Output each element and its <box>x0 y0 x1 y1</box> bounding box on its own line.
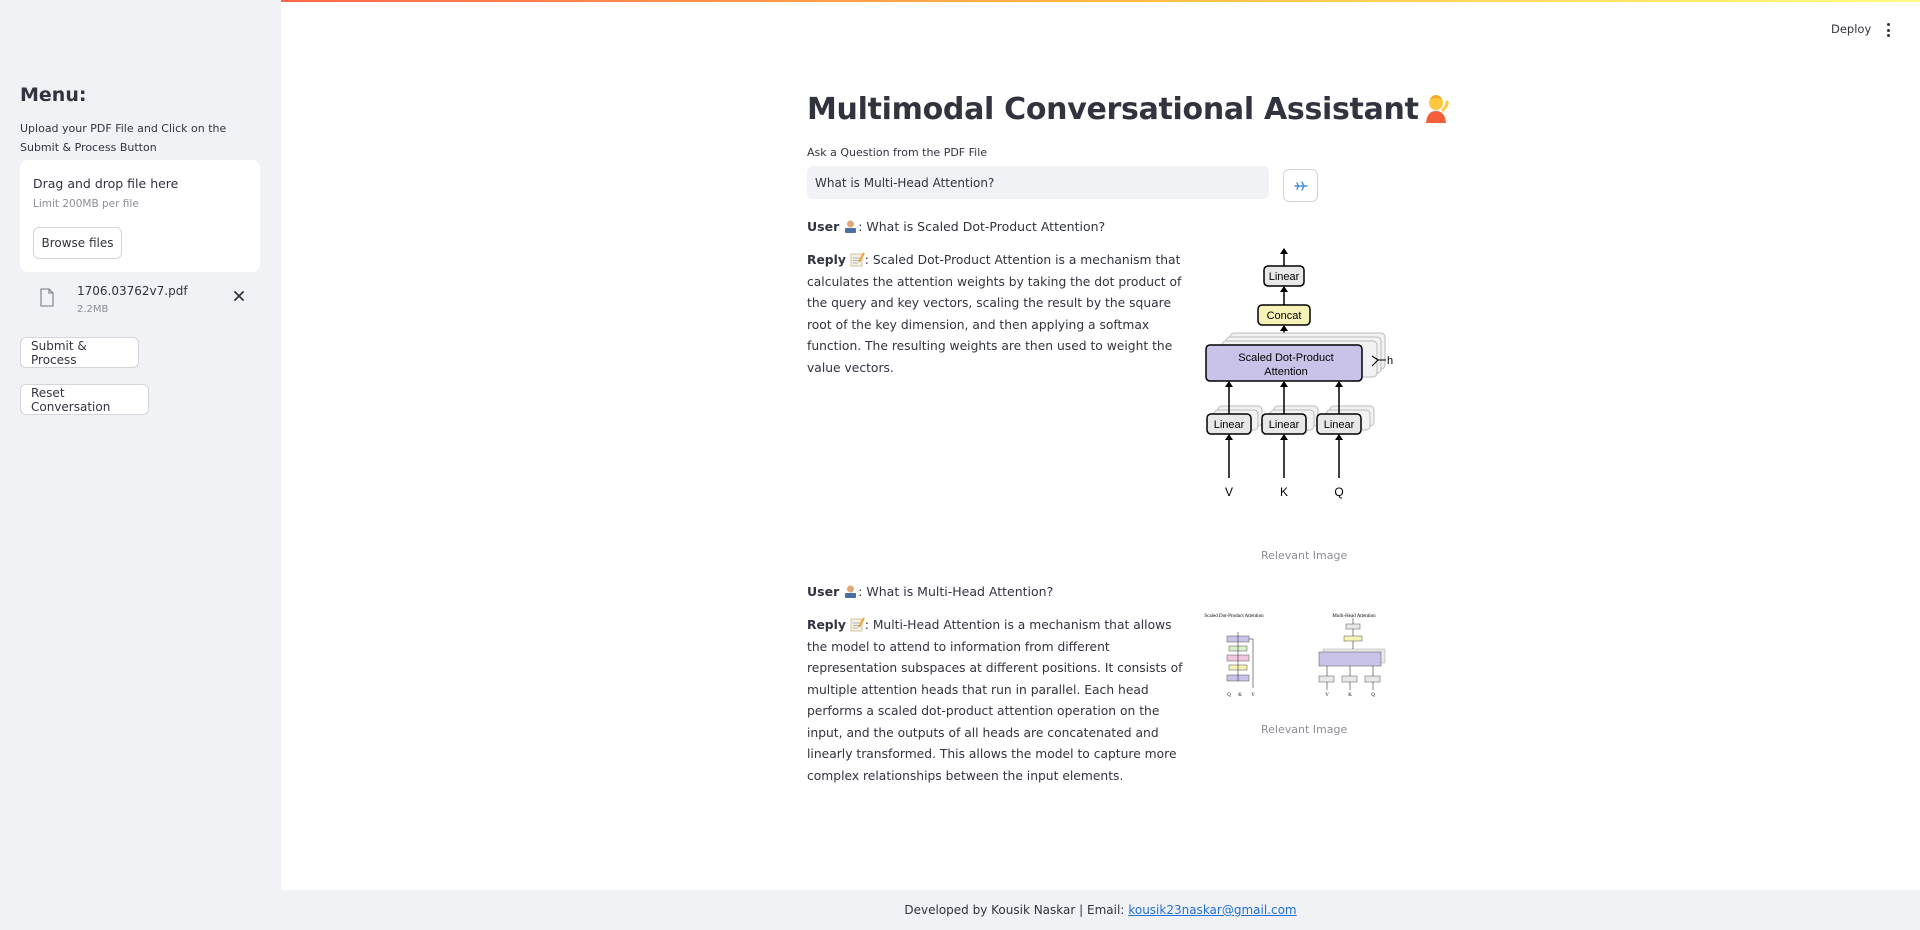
diagram-linear-q-label: Linear <box>1324 419 1355 431</box>
attention-comparison-diagram: Scaled Dot-Product Attention Multi-Head … <box>1204 614 1386 698</box>
question-label: Ask a Question from the PDF File <box>807 146 988 159</box>
reply-text: : Scaled Dot-Product Attention is a mech… <box>807 253 1182 375</box>
airplane-icon <box>1293 180 1308 191</box>
multi-head-attention-diagram: Linear Concat Scaled Dot-Product Attenti… <box>1205 248 1393 499</box>
page-title: Multimodal Conversational Assistant <box>807 92 1451 127</box>
diagram-left-v: V <box>1251 693 1255 698</box>
diagram-right-v: V <box>1325 693 1329 698</box>
diagram-left-title: Scaled Dot-Product Attention <box>1204 614 1264 619</box>
image-caption-1: Relevant Image <box>1261 549 1348 562</box>
browse-files-button[interactable]: Browse files <box>33 227 122 259</box>
memo-icon <box>850 252 865 267</box>
diagram-concat-label: Concat <box>1267 310 1302 322</box>
diagram-right-q: Q <box>1371 693 1375 698</box>
deploy-button[interactable]: Deploy <box>1831 22 1871 36</box>
uploaded-file-size: 2.2MB <box>77 304 109 315</box>
main-menu-icon[interactable] <box>1880 22 1896 38</box>
uploaded-file-item: 1706.03762v7.pdf 2.2MB <box>20 282 260 322</box>
footer-email-link[interactable]: kousik23naskar@gmail.com <box>1128 903 1296 917</box>
page-title-text: Multimodal Conversational Assistant <box>807 92 1419 127</box>
user-prefix: User <box>807 219 840 234</box>
diagram-q-label: Q <box>1334 485 1343 499</box>
diagram-right-title: Multi-Head Attention <box>1332 614 1376 619</box>
diagram-h-label: h <box>1387 355 1393 367</box>
assistant-reply-1: Reply : Scaled Dot-Product Attention is … <box>807 250 1192 379</box>
reply-prefix: Reply <box>807 253 846 267</box>
diagram-attention-line2: Attention <box>1264 366 1307 378</box>
reset-conversation-button[interactable]: Reset Conversation <box>20 384 149 415</box>
file-dropzone[interactable]: Drag and drop file here Limit 200MB per … <box>20 160 260 272</box>
dropzone-title: Drag and drop file here <box>33 176 179 191</box>
diagram-linear-k-label: Linear <box>1269 419 1300 431</box>
user-message-1: User : What is Scaled Dot-Product Attent… <box>807 219 1105 234</box>
user-message-2: User : What is Multi-Head Attention? <box>807 584 1053 599</box>
diagram-left-k: K <box>1238 693 1242 698</box>
memo-icon <box>850 617 865 632</box>
user-technologist-icon <box>845 585 857 598</box>
diagram-right-k: K <box>1348 693 1352 698</box>
reply-prefix: Reply <box>807 618 846 632</box>
file-icon <box>40 288 54 307</box>
diagram-linear-top-label: Linear <box>1269 271 1300 283</box>
remove-file-icon[interactable] <box>232 289 246 303</box>
diagram-linear-v-label: Linear <box>1214 419 1245 431</box>
assistant-reply-2: Reply : Multi-Head Attention is a mechan… <box>807 615 1192 787</box>
uploaded-file-name: 1706.03762v7.pdf <box>77 284 188 298</box>
dropzone-limit: Limit 200MB per file <box>33 198 139 210</box>
user-prefix: User <box>807 584 840 599</box>
top-decoration-bar <box>0 0 1920 2</box>
user-technologist-icon <box>845 220 857 233</box>
user-question-text: : What is Scaled Dot-Product Attention? <box>858 219 1106 234</box>
diagram-attention-line1: Scaled Dot-Product <box>1238 352 1333 364</box>
person-tipping-hand-icon <box>1425 95 1449 123</box>
send-button[interactable] <box>1283 169 1318 202</box>
question-input[interactable] <box>807 166 1269 199</box>
user-question-text: : What is Multi-Head Attention? <box>858 584 1054 599</box>
sidebar-instruction: Upload your PDF File and Click on the Su… <box>20 122 227 154</box>
diagram-left-q: Q <box>1227 693 1231 698</box>
image-caption-2: Relevant Image <box>1261 723 1348 736</box>
diagram-v-label: V <box>1225 485 1233 499</box>
sidebar: Menu: Upload your PDF File and Click on … <box>0 0 281 930</box>
diagram-k-label: K <box>1280 485 1288 499</box>
submit-process-button[interactable]: Submit & Process <box>20 337 139 368</box>
footer-text: Developed by Kousik Naskar | Email: <box>904 903 1125 917</box>
reply-text: : Multi-Head Attention is a mechanism th… <box>807 618 1183 783</box>
sidebar-heading: Menu: <box>20 84 87 106</box>
footer: Developed by Kousik Naskar | Email: kous… <box>281 890 1920 930</box>
